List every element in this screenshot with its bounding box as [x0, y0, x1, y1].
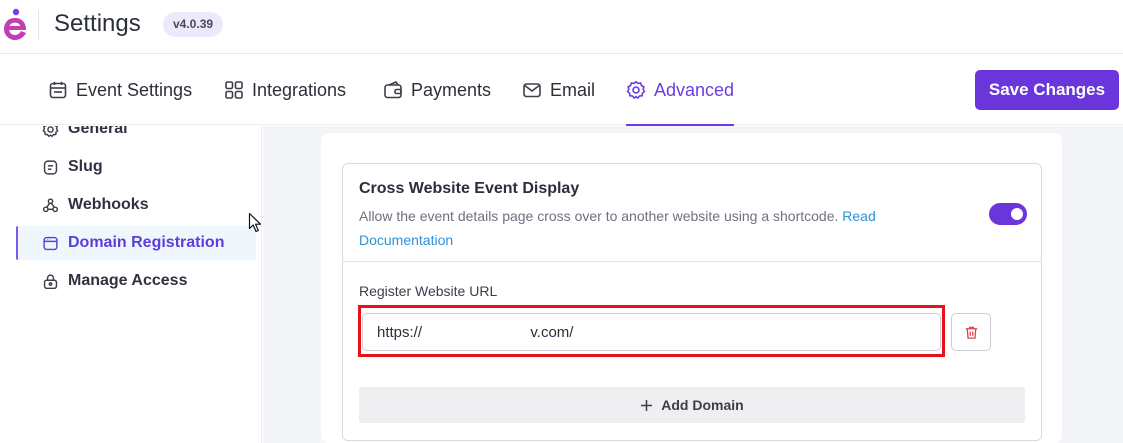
subnav-item-manage-access[interactable]: Manage Access [16, 264, 256, 298]
tab-payments[interactable]: Payments [383, 55, 491, 125]
subnav-label: Slug [68, 158, 103, 175]
trash-icon [965, 326, 977, 339]
feature-header: Cross Website Event Display Allow the ev… [343, 164, 1041, 262]
delete-domain-button[interactable] [951, 313, 991, 351]
subnav-label: Manage Access [68, 272, 188, 289]
gear-icon [42, 126, 59, 137]
tab-email[interactable]: Email [522, 55, 595, 125]
cross-website-toggle[interactable] [989, 203, 1027, 225]
plus-icon [641, 399, 653, 411]
calendar-icon [49, 81, 67, 99]
feature-description: Allow the event details page cross over … [359, 204, 939, 252]
lock-icon [43, 273, 58, 289]
toggle-knob [1011, 208, 1023, 220]
tab-label: Integrations [252, 79, 347, 100]
subnav-item-domain-registration[interactable]: Domain Registration [16, 226, 256, 260]
tab-integrations[interactable]: Integrations [224, 55, 346, 125]
redaction-overlay [424, 318, 530, 344]
settings-tab-bar: Event Settings Integrations Payments Ema… [0, 55, 1123, 126]
browser-icon [43, 236, 58, 250]
subnav-label: General [68, 126, 128, 137]
header-divider [38, 10, 39, 40]
wallet-icon [384, 81, 402, 99]
subnav-label: Webhooks [68, 196, 149, 213]
cross-website-event-display-panel: Cross Website Event Display Allow the ev… [342, 163, 1042, 441]
mail-icon [523, 83, 541, 98]
mouse-cursor-icon [248, 212, 262, 233]
version-badge: v4.0.39 [163, 12, 224, 37]
subnav-item-general[interactable]: General [16, 126, 256, 146]
tab-label: Payments [411, 79, 492, 100]
advanced-subnav: General Slug Webhooks Domain Registratio… [0, 126, 262, 443]
feature-title: Cross Website Event Display [359, 180, 580, 197]
add-domain-label: Add Domain [661, 397, 744, 413]
tab-label: Advanced [654, 79, 735, 100]
tab-advanced[interactable]: Advanced [626, 55, 735, 126]
app-logo-icon [4, 8, 27, 40]
page-title: Settings [54, 10, 141, 37]
slug-icon [43, 159, 58, 175]
tab-label: Email [550, 79, 596, 100]
register-url-label: Register Website URL [359, 283, 498, 299]
subnav-item-webhooks[interactable]: Webhooks [16, 188, 256, 222]
save-changes-button[interactable]: Save Changes [975, 70, 1119, 110]
top-header: Settings v4.0.39 [0, 0, 1123, 54]
add-domain-button[interactable]: Add Domain [359, 387, 1025, 423]
feature-description-text: Allow the event details page cross over … [359, 208, 839, 224]
subnav-label: Domain Registration [68, 234, 225, 251]
tab-label: Event Settings [76, 79, 193, 100]
webhook-icon [42, 197, 59, 212]
subnav-item-slug[interactable]: Slug [16, 150, 256, 184]
tab-event-settings[interactable]: Event Settings [48, 55, 192, 125]
gear-icon [626, 80, 646, 100]
grid-icon [225, 81, 243, 99]
